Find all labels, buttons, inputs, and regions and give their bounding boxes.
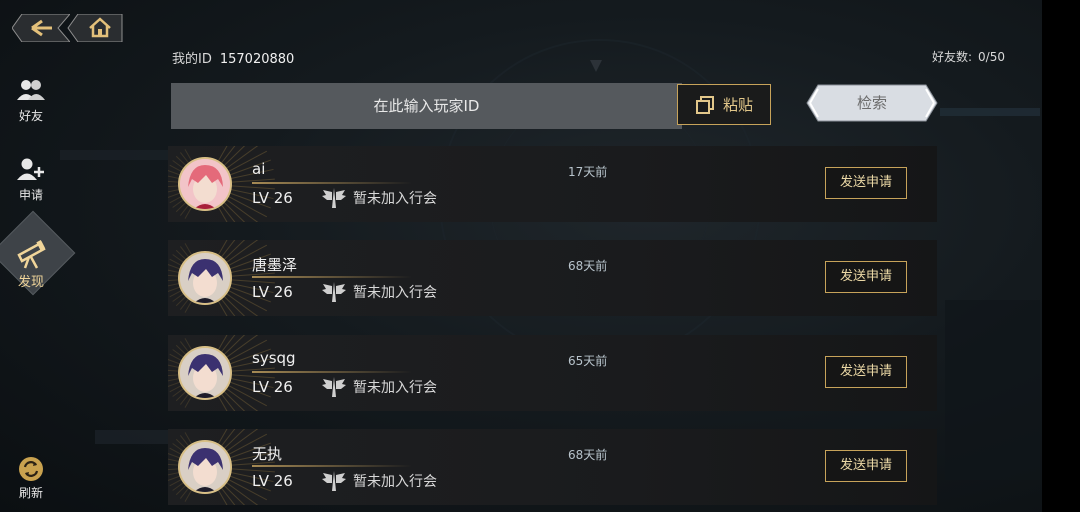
telescope-icon [17,240,46,269]
send-request-button[interactable]: 发送申请 [825,356,907,388]
avatar-portrait [180,159,230,209]
name-underline [252,371,412,373]
back-button[interactable] [12,14,70,42]
last-online-time: 68天前 [568,259,608,273]
player-row: ai LV 26 暂未加入行会 17天前 发送申请 [168,146,937,222]
friend-count: 好友数: 0/50 [932,48,1005,65]
send-request-button[interactable]: 发送申请 [825,167,907,199]
send-request-button[interactable]: 发送申请 [825,450,907,482]
sidebar-item-requests[interactable]: 申请 [0,157,62,203]
guild-emblem-icon [322,282,346,302]
paste-button[interactable]: 粘贴 [677,84,771,125]
dark-hair-avatar[interactable] [178,251,232,305]
name-underline [252,276,412,278]
paste-label: 粘贴 [722,96,753,114]
top-navigation [12,14,124,42]
player-name: sysqg [252,349,296,367]
sidebar-item-label: 刷新 [18,486,43,500]
pink-hair-avatar[interactable] [178,157,232,211]
back-arrow-icon [12,14,70,42]
right-edge-bar [1042,0,1080,512]
friend-count-label: 好友数: [932,50,973,64]
avatar-portrait [180,348,230,398]
name-underline [252,182,412,184]
player-level: LV 26 [252,189,293,207]
dark-hair-avatar[interactable] [178,346,232,400]
sidebar-item-label: 发现 [17,275,44,290]
guild-status: 暂未加入行会 [353,474,437,490]
my-id-label: 我的ID [172,52,212,67]
player-row: sysqg LV 26 暂未加入行会 65天前 发送申请 [168,335,937,411]
friends-icon [17,80,45,100]
home-button[interactable] [66,14,124,42]
last-online-time: 65天前 [568,354,608,368]
player-id-input[interactable] [171,83,682,129]
sidebar-item-label: 申请 [18,188,43,202]
copy-icon [695,95,714,114]
player-name: 无执 [252,445,283,463]
guild-status: 暂未加入行会 [353,380,437,396]
player-level: LV 26 [252,283,293,301]
player-level: LV 26 [252,472,293,490]
search-button[interactable]: 检索 [806,84,938,122]
guild-status: 暂未加入行会 [353,285,437,301]
sidebar-item-label: 好友 [18,109,43,123]
avatar-portrait [180,253,230,303]
my-id-value: 157020880 [219,52,295,67]
player-row: 无执 LV 26 暂未加入行会 68天前 发送申请 [168,429,937,505]
avatar-portrait [180,442,230,492]
player-name: 唐墨泽 [252,256,298,274]
search-label: 检索 [856,94,887,112]
player-row: 唐墨泽 LV 26 暂未加入行会 68天前 发送申请 [168,240,937,316]
refresh-icon [19,457,43,481]
last-online-time: 68天前 [568,448,608,462]
send-request-button[interactable]: 发送申请 [825,261,907,293]
sidebar-item-discover[interactable]: 发现 [0,211,76,309]
player-level: LV 26 [252,378,293,396]
guild-emblem-icon [322,188,346,208]
my-id: 我的ID 157020880 [172,48,294,67]
home-icon [67,14,123,42]
sidebar-item-friends[interactable]: 好友 [0,78,62,124]
last-online-time: 17天前 [568,165,608,179]
name-underline [252,465,412,467]
guild-emblem-icon [322,471,346,491]
dark-hair-avatar[interactable] [178,440,232,494]
sidebar-item-refresh[interactable]: 刷新 [0,455,62,501]
add-friend-icon [17,158,44,180]
player-name: ai [252,160,266,178]
guild-emblem-icon [322,377,346,397]
friend-count-value: 0/50 [978,50,1005,64]
guild-status: 暂未加入行会 [353,191,437,207]
